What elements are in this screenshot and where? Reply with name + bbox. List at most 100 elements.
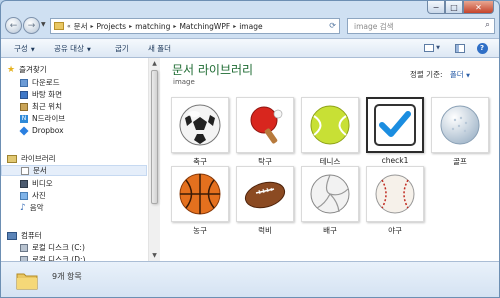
nav-favorites-label: 즐겨찾기 [19,65,47,74]
nav-item-dropbox[interactable]: Dropbox [19,125,166,136]
star-icon: ★ [7,64,16,75]
file-item[interactable]: 골프 [431,97,489,167]
forward-button[interactable]: → [23,17,40,34]
folder-icon [16,273,38,290]
ndrive-icon: N [20,114,28,123]
organize-button[interactable]: 구성 ▼ [14,43,35,54]
back-button[interactable]: ← [5,17,22,34]
file-item[interactable]: 탁구 [236,97,294,167]
arrange-by-dropdown[interactable]: 폴더 ▼ [450,70,470,79]
nav-item-label: 사진 [32,191,46,200]
tennis-ball-icon [310,105,350,145]
nav-item-label: 문서 [33,166,47,175]
arrange-value: 폴더 [449,70,464,79]
breadcrumb-projects[interactable]: Projects [95,22,129,31]
dropbox-icon [19,125,29,136]
preview-pane-button[interactable] [453,42,467,54]
documents-icon [21,166,29,175]
refresh-icon[interactable]: ⟳ [329,21,336,30]
nav-libraries[interactable]: 라이브러리 [7,153,153,164]
breadcrumb-image[interactable]: image [237,22,264,31]
scroll-up-icon[interactable]: ▲ [149,58,160,69]
library-subtitle: image [173,78,195,86]
file-thumbnail [301,97,359,153]
nav-item-ndrive[interactable]: N N드라이브 [20,113,166,124]
file-item[interactable]: 배구 [301,166,359,236]
forward-arrow-icon: → [27,20,36,31]
close-button[interactable]: ✕ [463,1,494,14]
baseball-icon [375,174,415,214]
caret-down-icon: ▼ [86,47,91,53]
file-item[interactable]: 축구 [171,97,229,167]
breadcrumb-matchingwpf[interactable]: MatchingWPF [177,22,232,31]
file-item[interactable]: 럭비 [236,166,294,236]
help-button[interactable]: ? [475,42,489,54]
navigation-pane: ★ 즐겨찾기 다운로드 바탕 화면 최근 위치 N N드라이브 Dropbox … [1,58,147,264]
nav-item-desktop[interactable]: 바탕 화면 [20,89,166,100]
nav-item-pictures[interactable]: 사진 [20,190,166,201]
organize-label: 구성 [14,44,28,53]
recent-pages-dropdown-icon[interactable]: ▼ [41,21,46,28]
file-thumbnail [171,97,229,153]
computer-icon [7,231,17,240]
maximize-button[interactable]: □ [445,1,463,14]
volleyball-icon [310,174,350,214]
nav-item-label: N드라이브 [32,114,66,123]
minimize-button[interactable]: − [427,1,445,14]
scroll-down-icon[interactable]: ▼ [149,250,160,261]
library-title: 문서 라이브러리 [172,63,254,77]
nav-computer[interactable]: 컴퓨터 [7,230,153,241]
file-item[interactable]: 농구 [171,166,229,236]
breadcrumb-documents[interactable]: 문서 [72,21,90,32]
nav-item-downloads[interactable]: 다운로드 [20,77,166,88]
caret-down-icon: ▼ [436,45,440,51]
caret-down-icon: ▼ [30,47,35,53]
folder-icon [54,22,64,30]
navigation-scrollbar[interactable]: ▲ ▼ [148,58,160,261]
nav-item-label: 최근 위치 [32,102,62,111]
details-pane: 9개 항목 [1,261,499,297]
nav-item-recent[interactable]: 최근 위치 [20,101,166,112]
file-thumbnail [171,166,229,222]
content-area: ★ 즐겨찾기 다운로드 바탕 화면 최근 위치 N N드라이브 Dropbox … [1,58,499,264]
file-item[interactable]: check1 [366,97,424,165]
arrange-by: 정렬 기준: 폴더 ▼ [410,69,470,80]
breadcrumb-matching[interactable]: matching [133,22,172,31]
basketball-icon [179,173,221,215]
search-icon[interactable]: ⌕ [485,20,490,30]
nav-item-videos[interactable]: 비디오 [20,178,166,189]
new-folder-label: 새 폴더 [148,44,172,53]
caret-down-icon: ▼ [466,73,470,79]
nav-item-music[interactable]: ♪ 음악 [20,202,166,213]
scrollbar-thumb[interactable] [151,70,158,204]
share-with-button[interactable]: 공유 대상 ▼ [54,43,91,54]
item-count: 9개 항목 [52,272,82,281]
desktop-icon [20,90,28,99]
file-name: check1 [381,156,409,165]
drive-icon [20,243,28,252]
rugby-ball-icon [244,181,286,209]
ping-pong-paddle-icon [250,106,283,144]
new-folder-button[interactable]: 새 폴더 [148,43,171,54]
share-label: 공유 대상 [54,44,84,53]
file-item[interactable]: 야구 [366,166,424,236]
preview-pane-icon [455,43,465,53]
change-view-button[interactable]: ▼ [422,42,442,54]
videos-icon [20,179,28,188]
search-placeholder: image 검색 [354,21,394,31]
help-icon: ? [476,42,488,54]
nav-favorites[interactable]: ★ 즐겨찾기 [7,64,153,75]
nav-item-label: 로컬 디스크 (C:) [32,243,85,252]
nav-item-label: 비디오 [32,179,53,188]
address-bar[interactable]: « 문서 ▸ Projects ▸ matching ▸ MatchingWPF… [50,18,340,34]
back-arrow-icon: ← [9,20,18,31]
burn-button[interactable]: 굽기 [115,43,129,54]
nav-item-drive-c[interactable]: 로컬 디스크 (C:) [20,242,166,253]
search-input[interactable]: image 검색 ⌕ [347,18,495,34]
file-name: 골프 [453,157,467,166]
file-thumbnail [301,166,359,222]
file-item[interactable]: 테니스 [301,97,359,167]
nav-item-documents[interactable]: 문서 [1,165,147,176]
file-name: 배구 [323,226,337,235]
caption-buttons: − □ ✕ [427,1,494,14]
